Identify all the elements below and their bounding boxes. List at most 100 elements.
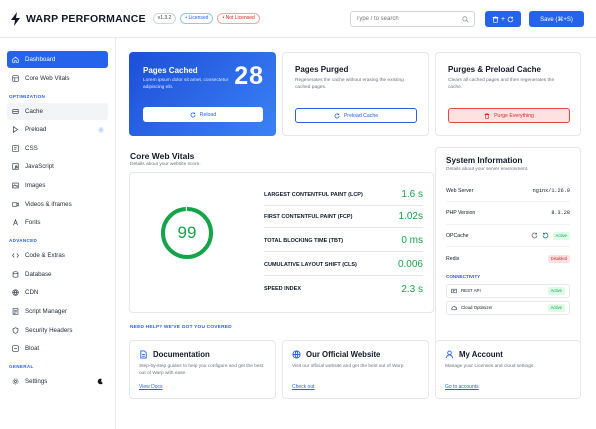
metric-value: 1.6 s <box>401 189 423 200</box>
database-icon <box>12 271 19 278</box>
sysinfo-title: System Information <box>446 156 523 165</box>
main-content: Pages Cached Lorem ipsum dolor sit amet,… <box>117 38 596 429</box>
metric-label: SPEED INDEX <box>264 286 301 292</box>
status-badge: Active <box>547 303 565 312</box>
refresh-icon[interactable] <box>531 232 538 239</box>
sidebar-item-security-headers[interactable]: Security Headers <box>7 322 108 339</box>
sidebar-item-label: Database <box>25 270 52 278</box>
purge-preload-card: Purges & Preload Cache Clears all cached… <box>435 52 581 136</box>
gear-icon <box>12 378 19 385</box>
sidebar-item-settings[interactable]: Settings <box>7 373 108 390</box>
licensed-badge: • Licensed <box>180 13 214 24</box>
shield-icon <box>12 326 19 334</box>
cache-icon <box>12 108 19 114</box>
help-card-website[interactable]: Our Official Website Visit our official … <box>282 340 429 399</box>
metric-value: 0.006 <box>397 259 423 270</box>
plus-label: + <box>500 15 506 23</box>
search-input[interactable] <box>356 16 456 22</box>
video-icon <box>12 201 19 207</box>
sidebar-item-core-web-vitals[interactable]: Core Web Vitals <box>7 70 108 87</box>
pages-cached-desc: Lorem ipsum dolor sit amet, consectetur … <box>143 78 229 90</box>
sidebar-item-cdn[interactable]: CDN <box>7 284 108 301</box>
sidebar-item-css[interactable]: CSS <box>7 140 108 157</box>
sysinfo-label: OPCache <box>446 232 469 239</box>
document-icon <box>140 350 147 359</box>
refresh-icon <box>507 16 514 22</box>
sysinfo-row-redis: Redis Disabled <box>446 247 570 270</box>
pages-cached-card: Pages Cached Lorem ipsum dolor sit amet,… <box>129 52 276 136</box>
sidebar-item-videos[interactable]: Videos & iframes <box>7 196 108 213</box>
save-button[interactable]: Save (⌘+S) <box>529 11 584 27</box>
pages-purged-desc: Regenerates the cache without erasing th… <box>295 78 404 90</box>
sidebar-item-script-manager[interactable]: Script Manager <box>7 303 108 320</box>
not-licensed-badge: • Not Licensed <box>217 13 260 24</box>
sidebar-item-code-extras[interactable]: Code & Extras <box>7 247 108 264</box>
sidebar-item-label: Preload <box>25 126 47 134</box>
check-out-link[interactable]: Check out <box>292 384 315 390</box>
help-card-desc: Manage your Licenses and cloud settings. <box>445 364 535 369</box>
opcache-controls: Active <box>531 231 570 240</box>
sidebar-item-javascript[interactable]: JavaScript <box>7 158 108 175</box>
script-icon <box>12 308 19 315</box>
reset-icon[interactable] <box>542 232 549 239</box>
metric-label: FIRST CONTENTFUL PAINT (FCP) <box>264 213 353 220</box>
search-box[interactable] <box>350 11 475 27</box>
sidebar-item-label: Images <box>25 181 46 189</box>
sidebar-item-label: CSS <box>25 144 38 152</box>
version-badge: v1.3.2 <box>152 13 177 24</box>
sidebar-item-label: Script Manager <box>25 307 67 315</box>
app-logo: WARP PERFORMANCE <box>10 11 146 26</box>
connectivity-label: Cloud Optimizer <box>461 305 493 311</box>
sidebar-item-dashboard[interactable]: Dashboard <box>7 51 108 68</box>
user-icon <box>445 350 454 359</box>
clear-cache-button[interactable]: + <box>485 11 521 27</box>
app-name: WARP PERFORMANCE <box>26 12 146 25</box>
reload-button[interactable]: Reload <box>143 107 263 122</box>
purge-preload-title: Purges & Preload Cache <box>448 65 541 74</box>
sidebar-item-images[interactable]: Images <box>7 177 108 194</box>
go-to-accounts-link[interactable]: Go to accounts <box>445 384 479 390</box>
pages-purged-title: Pages Purged <box>295 65 349 74</box>
moon-icon[interactable] <box>97 378 104 385</box>
sidebar-item-fonts[interactable]: Fonts <box>7 214 108 231</box>
metric-label: CUMULATIVE LAYOUT SHIFT (CLS) <box>264 261 357 268</box>
sidebar-item-bloat[interactable]: Bloat <box>7 340 108 357</box>
sidebar-item-preload[interactable]: Preload i <box>7 121 108 138</box>
sidebar-item-label: Cache <box>25 107 43 115</box>
cwv-title: Core Web Vitals <box>130 151 195 161</box>
bolt-icon <box>11 11 20 26</box>
purge-preload-desc: Clears all cached pages and then regener… <box>448 78 555 90</box>
sidebar-item-label: CDN <box>25 289 39 297</box>
purge-everything-button-label: Purge Everything <box>494 112 534 119</box>
sidebar-item-label: Bloat <box>25 345 40 353</box>
metric-row: SPEED INDEX 2.3 s <box>264 278 423 300</box>
purge-everything-button[interactable]: Purge Everything <box>448 108 570 123</box>
cwv-card: 99 LARGEST CONTENTFUL PAINT (LCP) 1.6 s F… <box>129 172 434 313</box>
help-section-title: NEED HELP? WE'VE GOT YOU COVERED <box>130 325 232 330</box>
metric-row: TOTAL BLOCKING TIME (TBT) 0 ms <box>264 230 423 252</box>
sidebar: Dashboard Core Web Vitals OPTIMIZATION C… <box>0 38 116 429</box>
search-icon <box>462 15 469 23</box>
sidebar-item-label: Core Web Vitals <box>25 74 70 82</box>
javascript-icon <box>12 163 19 171</box>
view-docs-link[interactable]: View Docs <box>139 384 163 390</box>
sidebar-item-label: Code & Extras <box>25 252 65 260</box>
connectivity-row-rest-api: REST API Active <box>446 283 570 298</box>
image-icon <box>12 182 19 189</box>
connectivity-title: CONNECTIVITY <box>446 273 481 279</box>
api-icon <box>451 288 457 294</box>
help-card-account[interactable]: My Account Manage your Licenses and clou… <box>435 340 581 399</box>
pages-purged-card: Pages Purged Regenerates the cache witho… <box>282 52 429 136</box>
bloat-icon <box>12 345 19 352</box>
help-card-docs[interactable]: Documentation Step-by-step guides to hel… <box>129 340 276 399</box>
sysinfo-label: PHP Version <box>446 210 476 217</box>
help-card-title: My Account <box>459 350 503 359</box>
trash-icon <box>484 112 490 119</box>
connectivity-row-cloud-optimizer: Cloud Optimizer Active <box>446 300 570 315</box>
metric-row: CUMULATIVE LAYOUT SHIFT (CLS) 0.006 <box>264 254 423 276</box>
sidebar-item-label: Fonts <box>25 219 41 227</box>
sidebar-item-database[interactable]: Database <box>7 266 108 283</box>
preload-cache-button[interactable]: Preload Cache <box>295 108 417 123</box>
sidebar-item-cache[interactable]: Cache <box>7 102 108 120</box>
system-info-card: System Information Details about your se… <box>435 147 581 354</box>
